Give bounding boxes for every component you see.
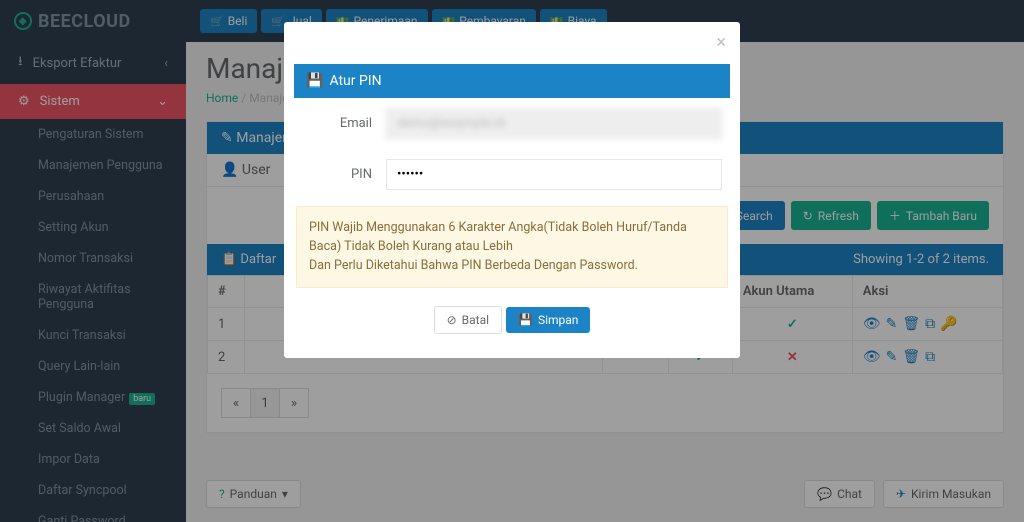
email-field <box>386 108 722 139</box>
pin-warning: PIN Wajib Menggunakan 6 Karakter Angka(T… <box>296 206 728 288</box>
pin-field[interactable] <box>386 159 722 190</box>
ban-icon: ⊘ <box>447 313 457 327</box>
simpan-button[interactable]: 💾Simpan <box>506 307 590 333</box>
save-icon: 💾 <box>306 73 323 89</box>
pin-label: PIN <box>302 167 372 182</box>
atur-pin-modal: × 💾 Atur PIN Email PIN PIN Wajib Mengguna… <box>284 22 740 358</box>
modal-title: Atur PIN <box>329 73 381 89</box>
batal-button[interactable]: ⊘Batal <box>434 306 502 334</box>
save-icon: 💾 <box>518 313 533 327</box>
close-icon[interactable]: × <box>712 32 730 53</box>
email-label: Email <box>302 116 372 131</box>
